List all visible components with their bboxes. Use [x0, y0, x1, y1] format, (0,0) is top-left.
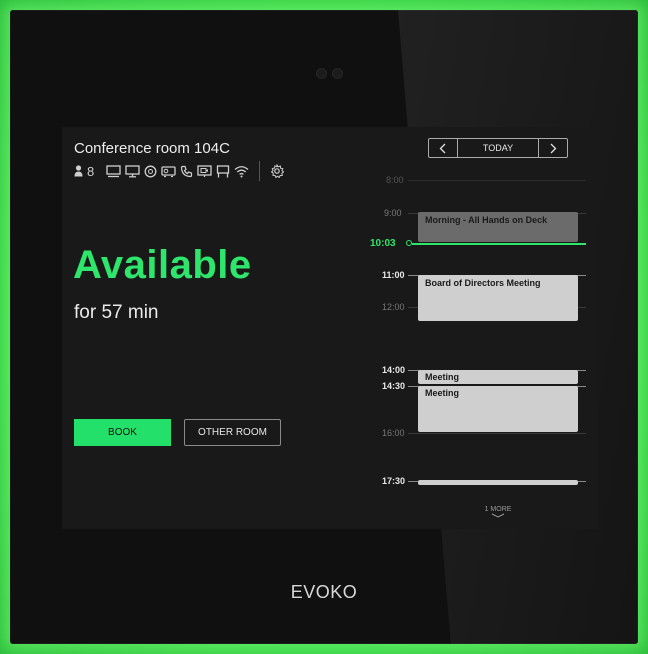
event-all-hands[interactable]: Morning - All Hands on Deck [418, 212, 578, 242]
hour-label-11: 11:00 [382, 270, 405, 280]
previous-day-button[interactable] [429, 139, 457, 157]
hour-label-12: 12:00 [382, 302, 405, 312]
event-meeting-1400[interactable]: Meeting [418, 370, 578, 384]
whiteboard-icon [216, 164, 230, 178]
settings-icon[interactable] [270, 164, 285, 178]
room-name: Conference room 104C [74, 140, 230, 157]
chevron-right-icon [550, 143, 557, 153]
date-navigator: TODAY [428, 138, 568, 158]
display-icon [106, 164, 121, 178]
coffee-icon [144, 165, 157, 178]
sensor-right [332, 68, 343, 79]
hour-gridline [408, 180, 586, 181]
hour-gridline [408, 433, 586, 434]
hour-label-1730: 17:30 [382, 476, 406, 486]
hour-label-8: 8:00 [386, 175, 404, 185]
chevron-left-icon [439, 143, 446, 153]
phone-icon [180, 165, 193, 178]
current-time-line [412, 243, 586, 245]
book-button[interactable]: BOOK [74, 419, 171, 446]
monitor-icon [125, 164, 140, 178]
amenities-bar: 8 [74, 161, 285, 181]
projector-icon [161, 165, 176, 178]
chevron-down-icon [491, 513, 505, 518]
hour-label-1430: 14:30 [382, 381, 406, 391]
wifi-icon [234, 165, 249, 178]
sensor-left [316, 68, 327, 79]
amenities-divider [259, 161, 261, 181]
room-screen: Conference room 104C 8 Available for 57 … [62, 127, 598, 529]
video-conference-icon [197, 164, 212, 178]
hour-label-14: 14:00 [382, 365, 406, 375]
event-board-meeting[interactable]: Board of Directors Meeting [418, 275, 578, 321]
hour-label-16: 16:00 [382, 428, 405, 438]
hour-label-9: 9:00 [384, 208, 402, 218]
brand-logo: EVOKO [290, 582, 358, 602]
more-events-label: 1 MORE [484, 506, 512, 513]
person-icon [74, 165, 83, 177]
current-time-label: 10:03 [370, 238, 396, 249]
event-meeting-1430[interactable]: Meeting [418, 386, 578, 432]
event-1730[interactable] [418, 480, 578, 485]
capacity-count: 8 [87, 163, 95, 179]
more-events-button[interactable]: 1 MORE [482, 506, 514, 520]
next-day-button[interactable] [539, 139, 567, 157]
availability-duration: for 57 min [74, 302, 159, 323]
other-room-button[interactable]: OTHER ROOM [184, 419, 281, 446]
today-button[interactable]: TODAY [457, 139, 539, 157]
availability-status: Available [73, 243, 252, 287]
